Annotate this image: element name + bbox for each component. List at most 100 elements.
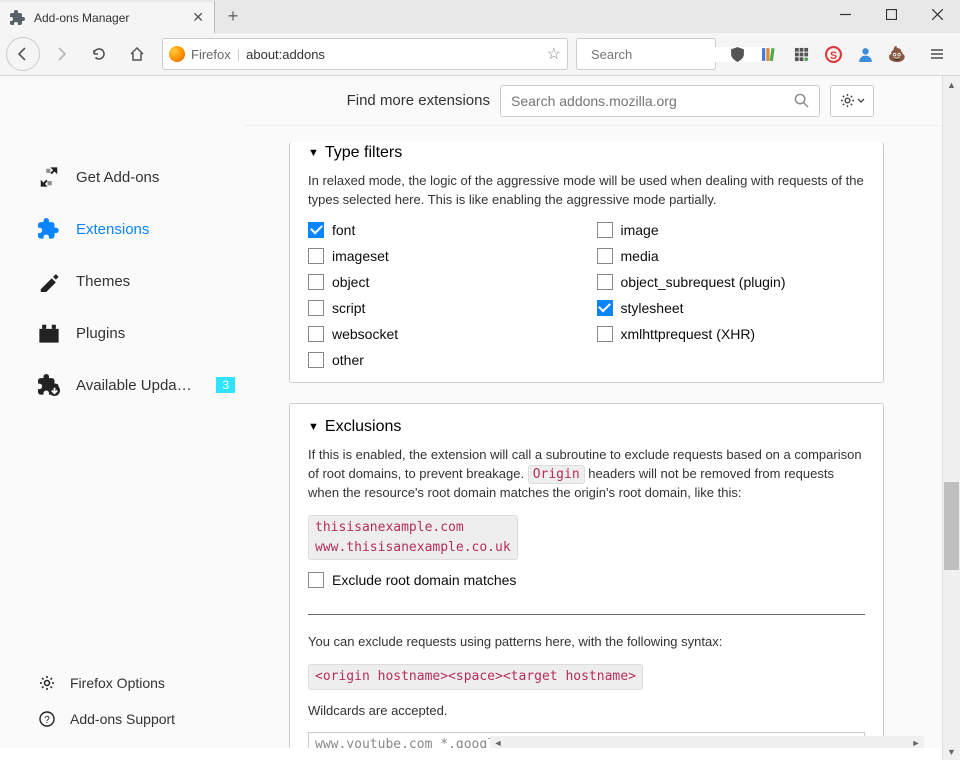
- search-bar[interactable]: [576, 38, 716, 70]
- sidebar-item-label: Add-ons Support: [70, 711, 235, 727]
- exclusions-desc3: Wildcards are accepted.: [308, 702, 865, 721]
- extension-icons-group: S 💩: [720, 41, 914, 67]
- gear-icon: [840, 93, 855, 108]
- firefox-logo-icon: [169, 46, 185, 62]
- checkbox-label: xmlhttprequest (XHR): [621, 326, 756, 342]
- type-filter-script[interactable]: script: [308, 300, 577, 316]
- caret-down-icon: ▼: [308, 147, 319, 159]
- checkbox-icon[interactable]: [308, 572, 324, 588]
- sidebar-item-updates[interactable]: Available Upda… 3: [38, 374, 235, 396]
- nav-back-button[interactable]: [6, 37, 40, 71]
- ext-blue-person-icon[interactable]: [852, 41, 878, 67]
- checkbox-label: other: [332, 352, 364, 368]
- checkbox-icon[interactable]: [597, 300, 613, 316]
- sidebar-item-label: Extensions: [76, 221, 235, 238]
- bookmark-star-icon[interactable]: ☆: [547, 44, 561, 64]
- ext-pink-poo-icon[interactable]: 💩: [884, 41, 910, 67]
- sidebar-item-addons-support[interactable]: ? Add-ons Support: [38, 710, 235, 728]
- checkbox-icon[interactable]: [597, 222, 613, 238]
- exclusions-title: Exclusions: [325, 418, 401, 436]
- type-filter-imageset[interactable]: imageset: [308, 248, 577, 264]
- url-input[interactable]: [246, 47, 541, 62]
- sidebar-item-themes[interactable]: Themes: [38, 270, 235, 292]
- sidebar-item-firefox-options[interactable]: Firefox Options: [38, 674, 235, 692]
- vertical-scrollbar[interactable]: ▲ ▼: [942, 76, 960, 760]
- exclusions-header[interactable]: ▼ Exclusions: [308, 418, 865, 436]
- scrollbar-thumb[interactable]: [944, 482, 959, 570]
- window-minimize-button[interactable]: [822, 0, 868, 29]
- ext-red-s-icon[interactable]: S: [820, 41, 846, 67]
- code-example: thisisanexample.com www.thisisanexample.…: [308, 515, 518, 560]
- checkbox-icon[interactable]: [597, 248, 613, 264]
- scroll-down-icon[interactable]: ▼: [943, 743, 960, 760]
- updates-badge: 3: [216, 377, 235, 393]
- checkbox-label: media: [621, 248, 659, 264]
- checkbox-label: script: [332, 300, 365, 316]
- type-filter-font[interactable]: font: [308, 222, 577, 238]
- type-filters-card: ▼ Type filters In relaxed mode, the logi…: [289, 142, 884, 383]
- type-filter-object[interactable]: object: [308, 274, 577, 290]
- scroll-up-icon[interactable]: ▲: [943, 76, 960, 93]
- checkbox-icon[interactable]: [308, 300, 324, 316]
- url-bar[interactable]: Firefox | ☆: [162, 38, 568, 70]
- sidebar-item-label: Firefox Options: [70, 675, 235, 691]
- ublock-icon[interactable]: [724, 41, 750, 67]
- sidebar-item-label: Get Add-ons: [76, 169, 235, 186]
- checkbox-icon[interactable]: [308, 222, 324, 238]
- type-filter-objectsubrequestplugin[interactable]: object_subrequest (plugin): [597, 274, 866, 290]
- addons-search-bar[interactable]: [500, 85, 820, 117]
- sidebar-item-plugins[interactable]: Plugins: [38, 322, 235, 344]
- type-filter-xmlhttprequest[interactable]: xmlhttprequest (XHR): [597, 326, 866, 342]
- window-close-button[interactable]: [914, 0, 960, 29]
- checkbox-label: Exclude root domain matches: [332, 572, 516, 588]
- app-menu-button[interactable]: [920, 37, 954, 71]
- horizontal-scrollbar[interactable]: ◄ ►: [490, 736, 924, 748]
- type-filter-websocket[interactable]: websocket: [308, 326, 577, 342]
- sidebar-item-get-addons[interactable]: Get Add-ons: [38, 166, 235, 188]
- window-maximize-button[interactable]: [868, 0, 914, 29]
- addons-search-input[interactable]: [511, 93, 794, 109]
- window-titlebar: Add-ons Manager ✕ +: [0, 0, 960, 33]
- checkbox-icon[interactable]: [597, 326, 613, 342]
- checkbox-icon[interactable]: [308, 352, 324, 368]
- type-filter-other[interactable]: other: [308, 352, 577, 368]
- exclusions-card: ▼ Exclusions If this is enabled, the ext…: [289, 403, 884, 748]
- tab-close-icon[interactable]: ✕: [192, 9, 204, 26]
- nav-home-button[interactable]: [120, 37, 154, 71]
- new-tab-button[interactable]: +: [215, 0, 251, 33]
- checkbox-label: font: [332, 222, 355, 238]
- exclusions-desc1: If this is enabled, the extension will c…: [308, 446, 865, 504]
- sidebar-item-extensions[interactable]: Extensions: [38, 218, 235, 240]
- library-icon[interactable]: [756, 41, 782, 67]
- checkbox-icon[interactable]: [597, 274, 613, 290]
- type-filter-stylesheet[interactable]: stylesheet: [597, 300, 866, 316]
- checkbox-icon[interactable]: [308, 248, 324, 264]
- type-filters-header[interactable]: ▼ Type filters: [308, 144, 865, 162]
- type-filter-media[interactable]: media: [597, 248, 866, 264]
- svg-text:S: S: [829, 49, 836, 61]
- type-filters-title: Type filters: [325, 144, 402, 162]
- help-icon: ?: [38, 710, 56, 728]
- search-icon: [794, 93, 809, 108]
- checkbox-label: stylesheet: [621, 300, 684, 316]
- scroll-right-icon[interactable]: ►: [908, 737, 924, 748]
- browser-tab[interactable]: Add-ons Manager ✕: [0, 0, 215, 33]
- checkbox-icon[interactable]: [308, 326, 324, 342]
- checkbox-label: object: [332, 274, 369, 290]
- nav-forward-button: [44, 37, 78, 71]
- addons-tools-button[interactable]: [830, 85, 874, 117]
- addons-content: Get Add-ons Extensions Themes Plugins Av…: [0, 76, 942, 748]
- type-filter-image[interactable]: image: [597, 222, 866, 238]
- checkbox-label: image: [621, 222, 659, 238]
- extensions-icon: [38, 218, 60, 240]
- nav-reload-button[interactable]: [82, 37, 116, 71]
- addons-find-more-header: Find more extensions: [245, 76, 942, 126]
- grid-icon[interactable]: [788, 41, 814, 67]
- exclusions-desc2: You can exclude requests using patterns …: [308, 633, 865, 652]
- checkbox-label: object_subrequest (plugin): [621, 274, 786, 290]
- svg-text:?: ?: [44, 715, 50, 726]
- checkbox-icon[interactable]: [308, 274, 324, 290]
- scroll-left-icon[interactable]: ◄: [490, 737, 506, 748]
- checkbox-label: websocket: [332, 326, 398, 342]
- exclude-root-domain-checkbox[interactable]: Exclude root domain matches: [308, 572, 865, 588]
